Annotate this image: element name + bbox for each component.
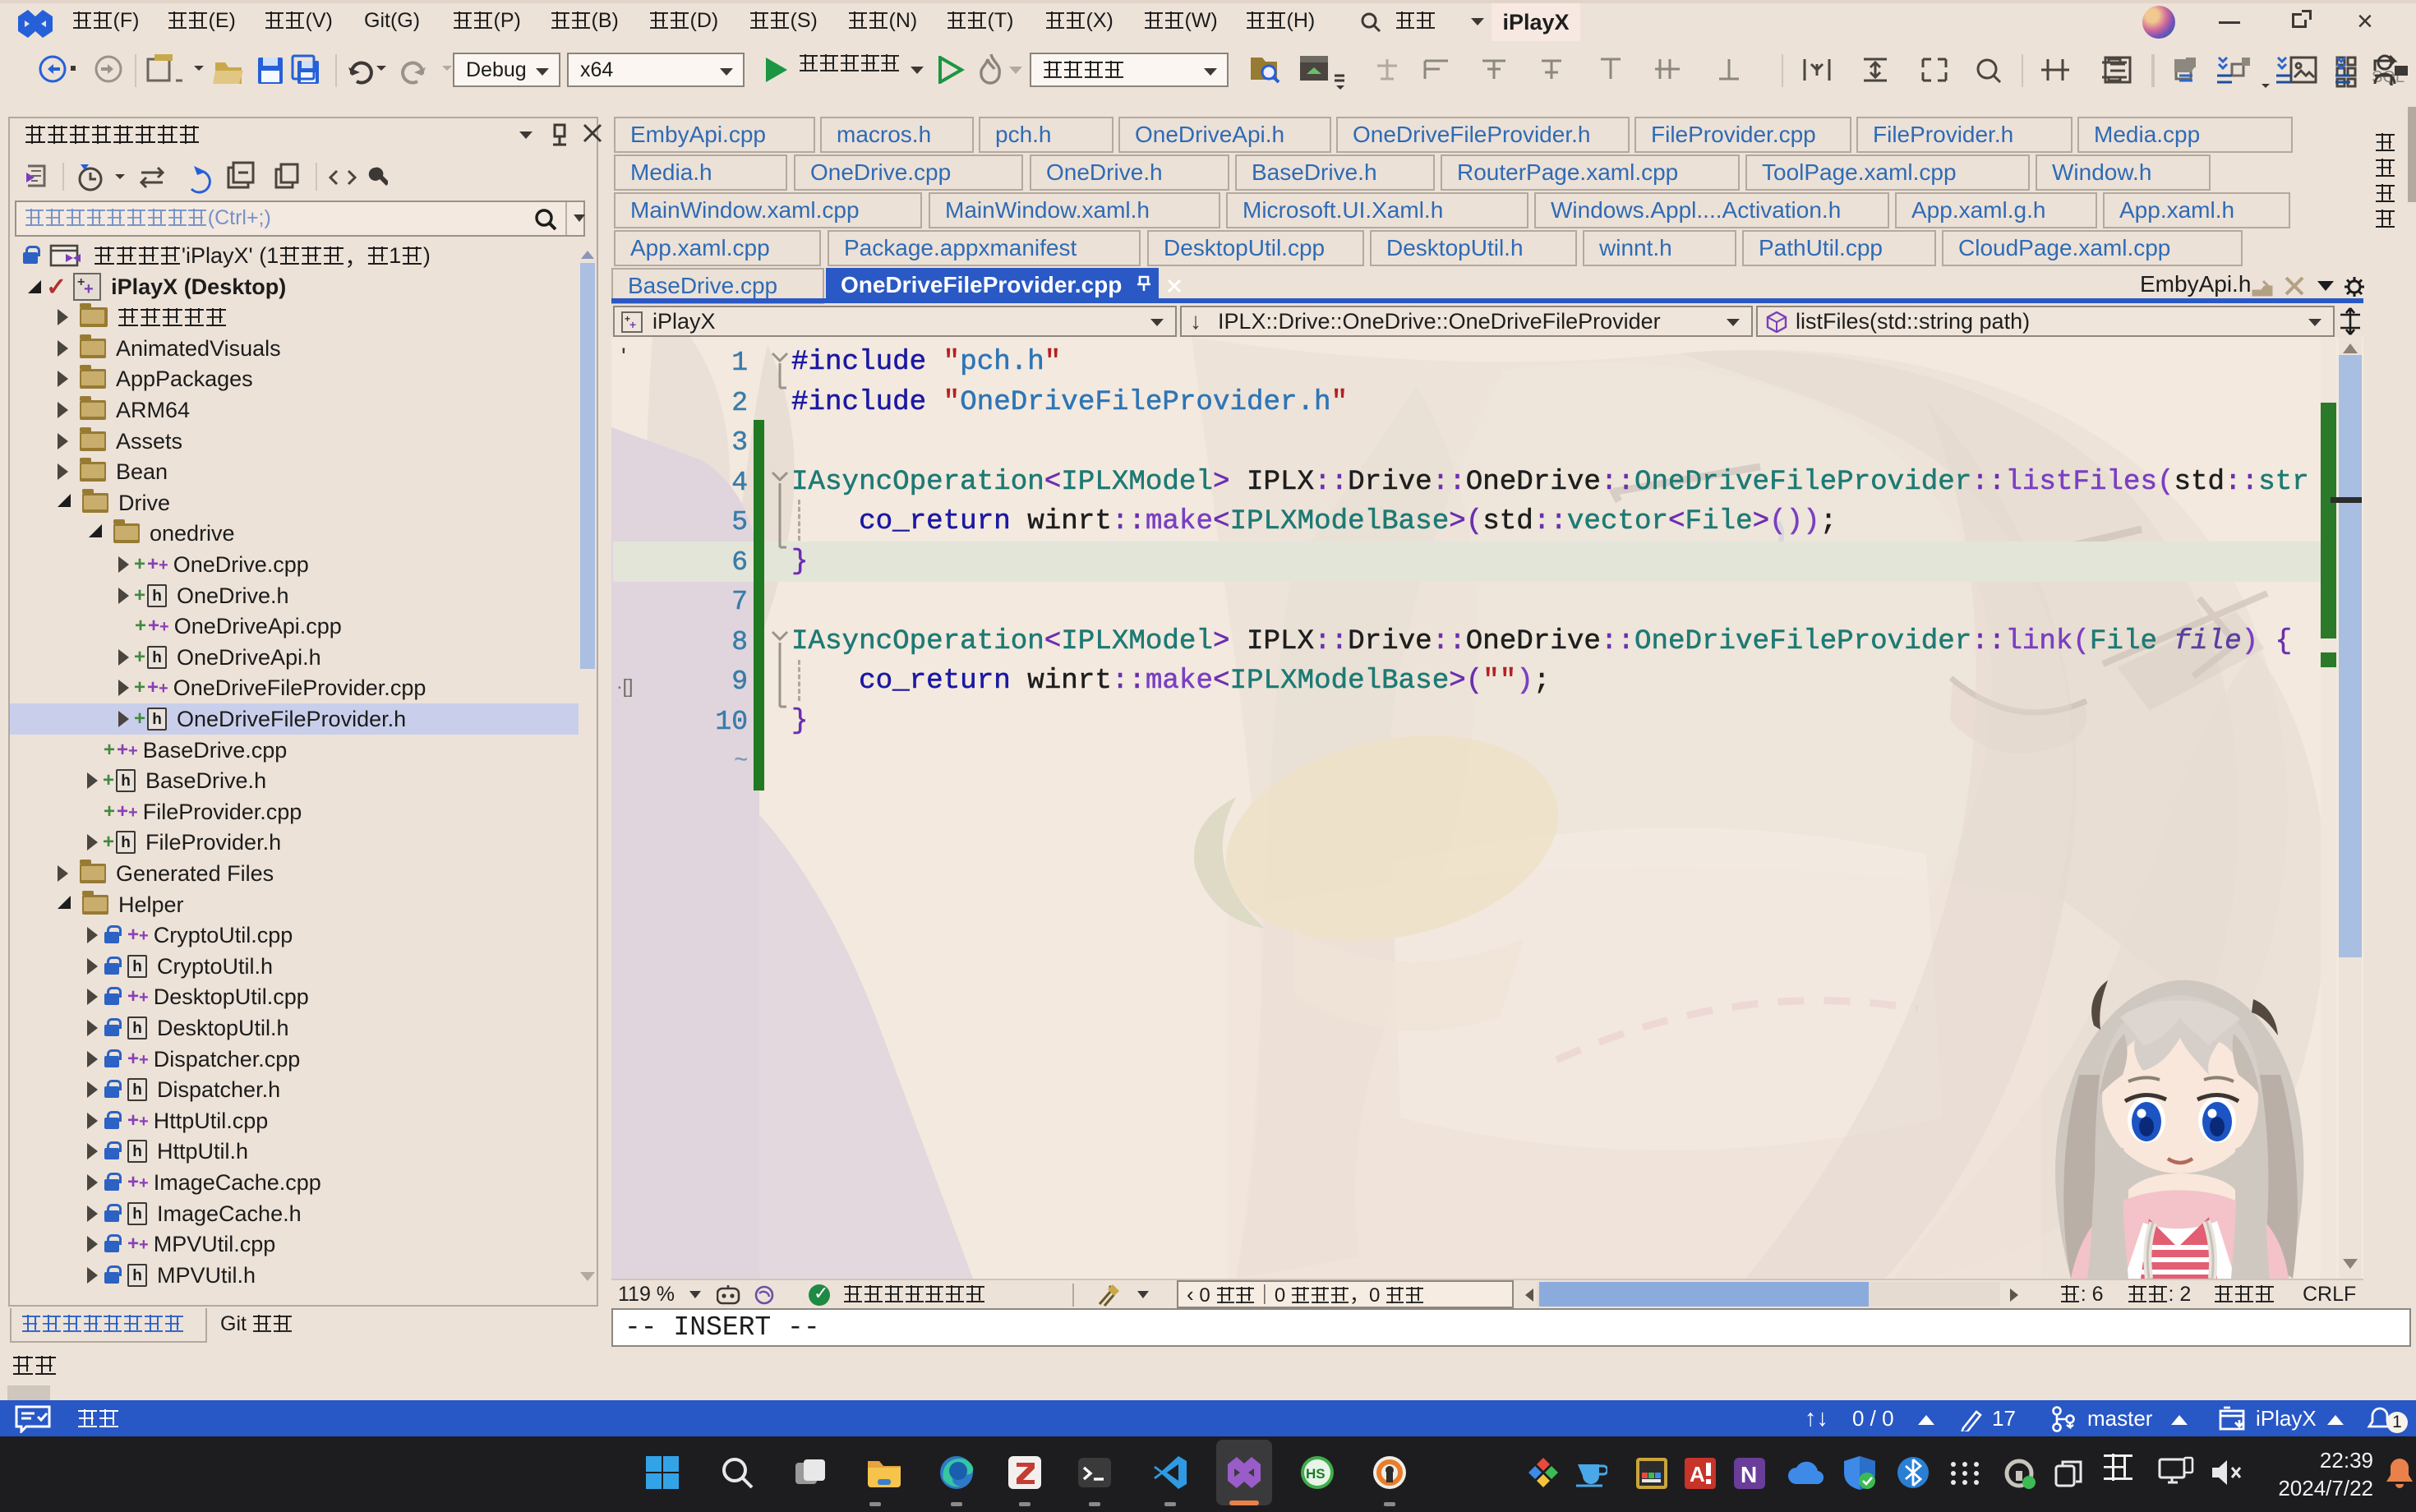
svg-text:N: N	[1741, 1462, 1757, 1487]
svg-text:HS: HS	[1306, 1466, 1326, 1482]
svg-text:+: +	[84, 280, 94, 298]
svg-text:A: A	[1690, 1462, 1705, 1487]
svg-text:+: +	[629, 318, 636, 331]
